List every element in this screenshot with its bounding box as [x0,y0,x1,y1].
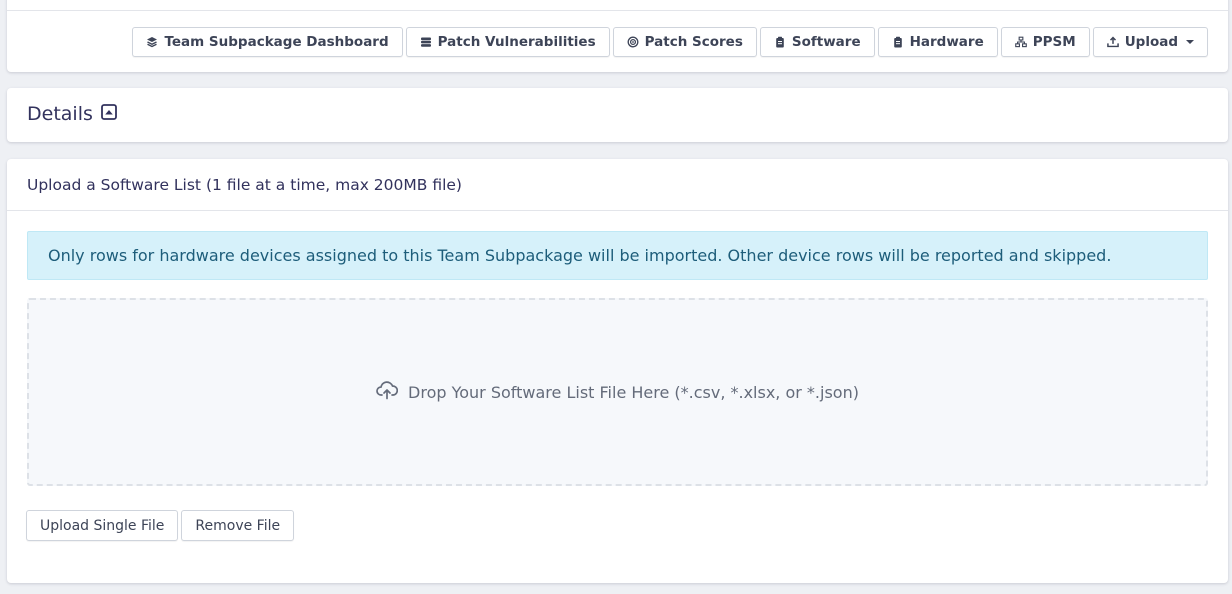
button-label: Team Subpackage Dashboard [164,34,389,50]
hardware-button[interactable]: Hardware [877,27,998,57]
nav-button-row: Team Subpackage Dashboard Patch Vulnerab… [132,27,1208,57]
patch-vulnerabilities-button[interactable]: Patch Vulnerabilities [405,27,610,57]
details-card: Details [7,88,1228,142]
chevron-down-icon [1186,40,1194,44]
upload-card: Upload a Software List (1 file at a time… [7,159,1228,583]
button-label: Patch Vulnerabilities [437,34,596,50]
network-icon [1014,36,1027,48]
upload-dropdown-button[interactable]: Upload [1092,27,1208,57]
layers-icon [146,36,158,48]
clipboard-icon [774,36,786,48]
upload-actions: Upload Single File Remove File [26,510,295,541]
upload-heading: Upload a Software List (1 file at a time… [27,175,462,194]
details-title: Details [27,103,93,125]
button-label: Patch Scores [644,34,743,50]
remove-file-button[interactable]: Remove File [181,510,295,541]
nav-card: Team Subpackage Dashboard Patch Vulnerab… [7,0,1228,72]
button-label: Upload [1124,34,1178,50]
team-subpackage-dashboard-button[interactable]: Team Subpackage Dashboard [132,27,403,57]
clipboard-icon [892,36,904,48]
dropzone-text: Drop Your Software List File Here (*.csv… [408,382,859,402]
database-icon [420,36,432,48]
info-alert: Only rows for hardware devices assigned … [27,231,1208,280]
button-label: Software [791,34,861,50]
details-header[interactable]: Details [27,103,117,125]
button-label: Hardware [909,34,984,50]
upload-icon [1106,36,1119,48]
file-dropzone[interactable]: Drop Your Software List File Here (*.csv… [27,298,1208,486]
software-button[interactable]: Software [759,27,875,57]
cloud-upload-icon [376,380,399,404]
target-icon [627,36,639,48]
button-label: PPSM [1032,34,1076,50]
caret-square-up-icon[interactable] [100,103,117,125]
patch-scores-button[interactable]: Patch Scores [612,27,757,57]
upload-single-file-button[interactable]: Upload Single File [26,510,179,541]
info-alert-text: Only rows for hardware devices assigned … [48,246,1112,265]
divider [7,10,1228,11]
ppsm-button[interactable]: PPSM [1000,27,1090,57]
upload-card-header: Upload a Software List (1 file at a time… [7,159,1228,211]
